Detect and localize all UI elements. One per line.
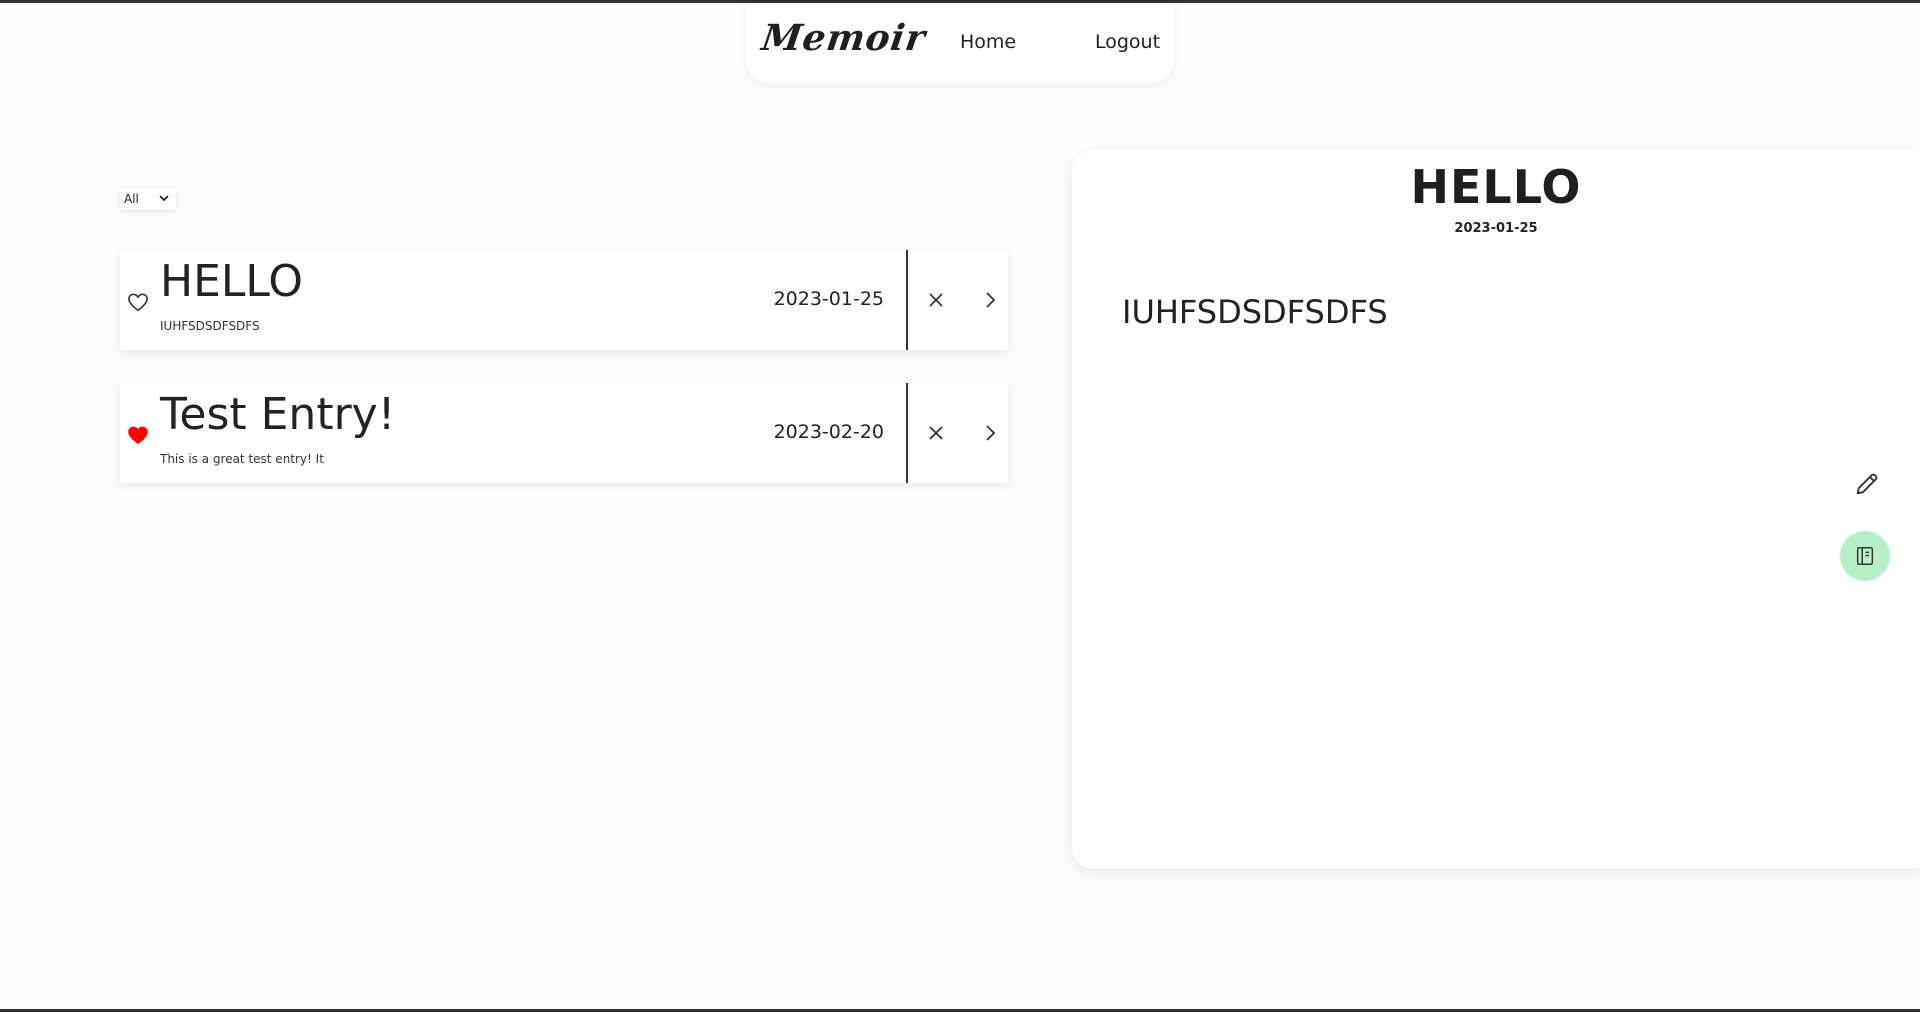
chevron-down-icon [159, 195, 169, 202]
pencil-icon[interactable] [1853, 470, 1881, 498]
entry-card[interactable]: Test Entry! This is a great test entry! … [120, 383, 1008, 483]
entry-snippet: This is a great test entry! It [160, 452, 324, 466]
entry-date: 2023-01-25 [773, 288, 884, 310]
nav-logout-link[interactable]: Logout [1095, 31, 1160, 53]
brand-logo[interactable]: Memoir [759, 17, 928, 59]
journal-icon [1856, 547, 1874, 565]
detail-title: HELLO [1410, 160, 1582, 214]
filter-selected-value: All [124, 192, 139, 206]
entry-title: HELLO [160, 256, 303, 307]
entry-title: Test Entry! [160, 389, 396, 440]
entry-detail-panel: HELLO 2023-01-25 IUHFSDSDFSDFS [1072, 150, 1920, 869]
filter-select[interactable]: All [120, 188, 176, 210]
close-icon[interactable] [924, 288, 948, 312]
navbar: Memoir Home Logout [746, 3, 1174, 83]
detail-date: 2023-01-25 [1454, 221, 1538, 236]
entry-divider [906, 383, 908, 483]
page: Memoir Home Logout All HELLO IUHFSDSDFSD… [0, 0, 1920, 1012]
heart-icon[interactable] [127, 425, 149, 445]
entry-date: 2023-02-20 [773, 421, 884, 443]
chevron-right-icon[interactable] [978, 288, 1002, 312]
chevron-right-icon[interactable] [978, 421, 1002, 445]
entry-snippet: IUHFSDSDFSDFS [160, 319, 260, 333]
detail-body: IUHFSDSDFSDFS [1122, 293, 1388, 331]
journal-button[interactable] [1840, 531, 1890, 581]
close-icon[interactable] [924, 421, 948, 445]
entry-divider [906, 250, 908, 350]
heart-icon[interactable] [127, 292, 149, 312]
nav-home-link[interactable]: Home [960, 31, 1016, 53]
entry-card[interactable]: HELLO IUHFSDSDFSDFS 2023-01-25 [120, 250, 1008, 350]
